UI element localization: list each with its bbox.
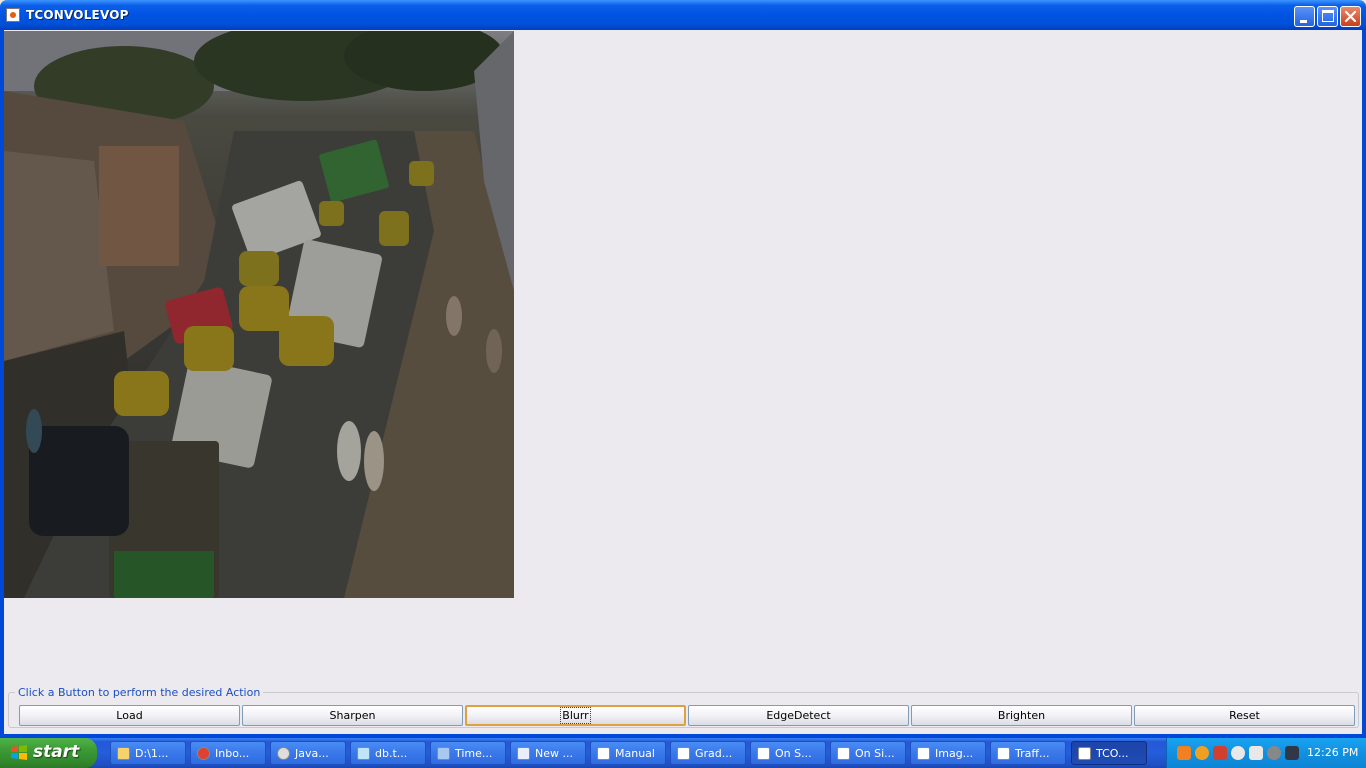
blurr-button-label: Blurr (560, 707, 591, 724)
brighten-button-label: Brighten (997, 709, 1046, 722)
maximize-icon (1322, 10, 1334, 22)
start-label: start (33, 742, 80, 762)
taskbar-item-on-si[interactable]: On Si... (830, 741, 906, 765)
word-icon (517, 747, 530, 760)
taskbar-item-label: Traff... (1015, 747, 1050, 760)
clock[interactable]: 12:26 PM (1307, 746, 1358, 759)
taskbar-item-db[interactable]: db.t... (350, 741, 426, 765)
java-icon (757, 747, 770, 760)
taskbar-item-manual[interactable]: Manual (590, 741, 666, 765)
windows-logo-icon (11, 745, 27, 760)
taskbar-item-label: Imag... (935, 747, 974, 760)
network-icon[interactable] (1231, 746, 1245, 760)
java-icon (997, 747, 1010, 760)
taskbar-item-java[interactable]: Java... (270, 741, 346, 765)
antivirus-icon[interactable] (1213, 746, 1227, 760)
group-legend: Click a Button to perform the desired Ac… (15, 686, 264, 699)
taskbar-item-label: On Si... (855, 747, 895, 760)
load-button-label: Load (116, 709, 143, 722)
volume-icon[interactable] (1267, 746, 1281, 760)
sharpen-button[interactable]: Sharpen (242, 705, 463, 726)
blurr-button[interactable]: Blurr (465, 705, 686, 726)
taskbar-item-new[interactable]: New ... (510, 741, 586, 765)
taskbar-item-explorer[interactable]: D:\1... (110, 741, 186, 765)
java-app-icon[interactable] (6, 8, 20, 22)
java-icon (1078, 747, 1091, 760)
taskbar-item-label: Manual (615, 747, 655, 760)
taskbar-item-label: D:\1... (135, 747, 169, 760)
folder-icon (117, 747, 130, 760)
content-panel: Click a Button to perform the desired Ac… (4, 30, 1362, 734)
safely-remove-icon[interactable] (1249, 746, 1263, 760)
java-icon (917, 747, 930, 760)
java-icon (677, 747, 690, 760)
taskbar-item-grad[interactable]: Grad... (670, 741, 746, 765)
close-button[interactable] (1340, 6, 1361, 27)
gear-icon (277, 747, 290, 760)
taskbar-item-label: TCO... (1096, 747, 1129, 760)
monitor-icon[interactable] (1285, 746, 1299, 760)
taskbar-item-on-s[interactable]: On S... (750, 741, 826, 765)
java-update-icon[interactable] (1177, 746, 1191, 760)
system-tray: 12:26 PM (1166, 738, 1366, 768)
taskbar-item-time[interactable]: Time... (430, 741, 506, 765)
minimize-button[interactable] (1294, 6, 1315, 27)
java-icon (597, 747, 610, 760)
start-button[interactable]: start (0, 738, 97, 768)
brighten-button[interactable]: Brighten (911, 705, 1132, 726)
tray-app-icon[interactable] (1195, 746, 1209, 760)
load-button[interactable]: Load (19, 705, 240, 726)
reset-button[interactable]: Reset (1134, 705, 1355, 726)
street-traffic-image (4, 31, 514, 598)
taskbar-item-label: New ... (535, 747, 573, 760)
cube-icon (437, 747, 450, 760)
chrome-icon (197, 747, 210, 760)
taskbar-item-traff[interactable]: Traff... (990, 741, 1066, 765)
taskbar: start D:\1... Inbo... Java... db.t... Ti… (0, 738, 1366, 768)
sharpen-button-label: Sharpen (329, 709, 376, 722)
taskbar-item-imag[interactable]: Imag... (910, 741, 986, 765)
taskbar-item-label: db.t... (375, 747, 408, 760)
taskbar-item-label: Java... (295, 747, 329, 760)
title-bar[interactable]: TCONVOLEVOP (0, 0, 1366, 30)
maximize-button[interactable] (1317, 6, 1338, 27)
taskbar-item-chrome[interactable]: Inbo... (190, 741, 266, 765)
window-frame: Click a Button to perform the desired Ac… (0, 30, 1366, 738)
action-button-group: Click a Button to perform the desired Ac… (8, 686, 1359, 728)
minimize-icon (1300, 20, 1307, 23)
taskbar-item-label: On S... (775, 747, 812, 760)
close-icon (1344, 10, 1357, 23)
edgedetect-button[interactable]: EdgeDetect (688, 705, 909, 726)
taskbar-item-tco[interactable]: TCO... (1071, 741, 1147, 765)
taskbar-item-label: Time... (455, 747, 493, 760)
window-title: TCONVOLEVOP (26, 8, 129, 22)
reset-button-label: Reset (1229, 709, 1260, 722)
document-icon (357, 747, 370, 760)
taskbar-item-label: Grad... (695, 747, 733, 760)
taskbar-item-label: Inbo... (215, 747, 250, 760)
edgedetect-button-label: EdgeDetect (766, 709, 831, 722)
java-icon (837, 747, 850, 760)
